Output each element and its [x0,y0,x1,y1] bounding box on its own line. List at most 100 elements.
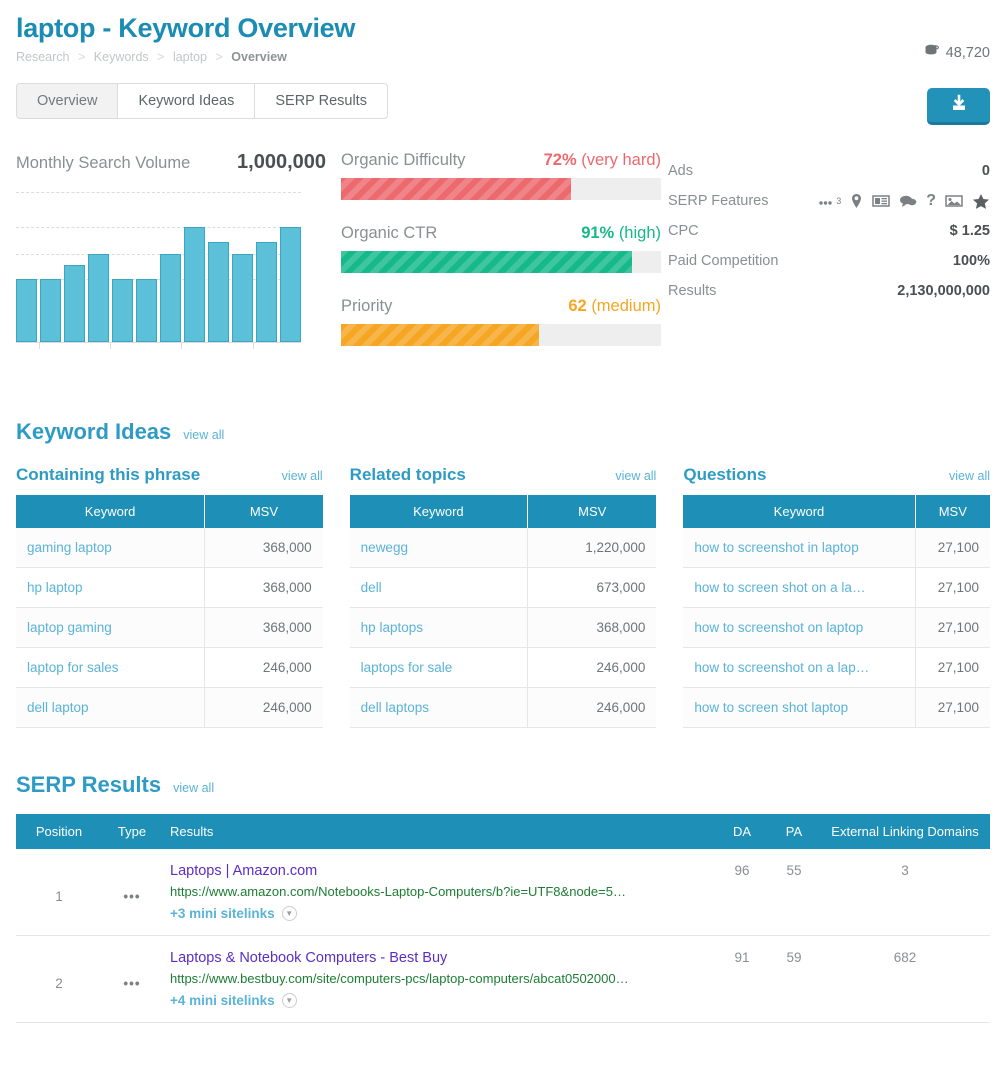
stat-label: Ads [668,163,693,179]
serp-column-header: Results [162,814,716,849]
table-header-row: KeywordMSV [16,495,323,528]
metrics-section: Monthly Search Volume 1,000,000 Organic … [16,151,990,371]
chart-bar[interactable] [280,227,301,342]
breadcrumb-item-keywords[interactable]: Keywords [94,50,149,64]
keyword-link[interactable]: dell [361,580,516,595]
serp-sitelinks-toggle[interactable]: +3 mini sitelinks▼ [170,906,708,921]
serp-column-header: DA [716,814,768,849]
serp-results-table: PositionTypeResultsDAPAExternal Linking … [16,814,990,1023]
keyword-link[interactable]: newegg [361,540,516,555]
chevron-down-icon[interactable]: ▼ [282,906,297,921]
tab-serp-results[interactable]: SERP Results [254,83,388,119]
serp-result-cell: Laptops & Notebook Computers - Best Buy h… [162,936,716,1023]
star-icon[interactable] [972,193,990,210]
keyword-cell: hp laptops [350,608,528,648]
chart-bar[interactable] [232,254,253,342]
gauge-label: Organic Difficulty [341,151,465,170]
serp-result-url[interactable]: https://www.bestbuy.com/site/computers-p… [170,971,660,986]
chart-bar[interactable] [208,242,229,342]
serp-results-view-all-link[interactable]: view all [173,781,214,795]
keyword-link[interactable]: laptop for sales [27,660,193,675]
keyword-table: KeywordMSVhow to screenshot in laptop27,… [683,495,990,728]
gauge-value: 91% (high) [581,224,661,243]
chart-bar[interactable] [256,242,277,342]
keyword-ideas-column: Questionsview allKeywordMSVhow to screen… [683,465,990,728]
image-icon[interactable] [945,194,963,208]
chart-bar[interactable] [112,279,133,342]
keyword-link[interactable]: laptop gaming [27,620,193,635]
keyword-link[interactable]: how to screen shot on a la… [694,580,903,595]
breadcrumb-item-laptop[interactable]: laptop [173,50,207,64]
chart-bar[interactable] [64,265,85,342]
export-download-button[interactable] [927,88,990,125]
question-mark-icon[interactable]: ? [926,193,936,209]
keyword-link[interactable]: laptops for sale [361,660,516,675]
keyword-cell: gaming laptop [16,528,205,568]
serp-results-section: SERP Results view all PositionTypeResult… [16,772,990,1023]
breadcrumb-separator: > [216,50,223,64]
column-view-all-link[interactable]: view all [949,469,990,483]
keyword-table: KeywordMSVgaming laptop368,000hp laptop3… [16,495,323,728]
serp-eld-cell: 3 [820,849,990,936]
chart-bar[interactable] [184,227,205,342]
serp-result-url[interactable]: https://www.amazon.com/Notebooks-Laptop-… [170,884,660,899]
chart-bar[interactable] [16,279,37,342]
news-icon[interactable] [872,194,890,208]
keyword-link[interactable]: dell laptops [361,700,516,715]
table-row: how to screenshot on laptop 27,100 [683,608,990,648]
stat-row-paid-competition: Paid Competition 100% [668,246,990,276]
keyword-link[interactable]: how to screenshot on laptop [694,620,903,635]
chart-bar[interactable] [88,254,109,342]
keyword-cell: laptops for sale [350,648,528,688]
keyword-link[interactable]: gaming laptop [27,540,193,555]
msv-cell: 27,100 [915,688,990,728]
column-view-all-link[interactable]: view all [282,469,323,483]
tab-overview[interactable]: Overview [16,83,117,119]
breadcrumb-item-research[interactable]: Research [16,50,70,64]
tab-keyword-ideas[interactable]: Keyword Ideas [117,83,254,119]
keyword-link[interactable]: dell laptop [27,700,193,715]
comments-icon[interactable] [899,194,917,208]
gauge-value: 62 (medium) [568,297,661,316]
chart-bar[interactable] [136,279,157,342]
more-dots-icon[interactable]: 3 [819,195,841,207]
serp-result-cell: Laptops | Amazon.com https://www.amazon.c… [162,849,716,936]
section-heading: Keyword Ideas [16,419,171,445]
table-row: how to screen shot laptop 27,100 [683,688,990,728]
keyword-link[interactable]: hp laptops [361,620,516,635]
column-view-all-link[interactable]: view all [615,469,656,483]
chart-bar[interactable] [40,279,61,342]
stat-row-ads: Ads 0 [668,156,990,186]
msv-bar-chart [16,192,301,342]
table-row: how to screenshot in laptop 27,100 [683,528,990,568]
serp-column-header: PA [768,814,820,849]
msv-cell: 27,100 [915,528,990,568]
keyword-link[interactable]: how to screenshot on a lap… [694,660,903,675]
gauge-number: 72% [544,151,577,169]
chart-ticks [16,342,301,349]
serp-result-title-link[interactable]: Laptops & Notebook Computers - Best Buy [170,950,708,966]
chart-tick [253,342,254,349]
keyword-link[interactable]: hp laptop [27,580,193,595]
msv-cell: 246,000 [205,648,323,688]
keyword-ideas-section: Keyword Ideas view all Containing this p… [16,419,990,728]
more-dots-icon[interactable]: ••• [123,889,140,904]
keyword-link[interactable]: how to screenshot in laptop [694,540,903,555]
gauge-qualifier: (high) [619,224,661,242]
keyword-link[interactable]: how to screen shot laptop [694,700,903,715]
gauge-number: 62 [568,297,586,315]
chart-bar[interactable] [160,254,181,342]
gauge-track [341,324,661,346]
serp-column-header: External Linking Domains [820,814,990,849]
location-pin-icon[interactable] [850,193,863,209]
more-dots-icon[interactable]: ••• [123,976,140,991]
gauge-organic-difficulty: Organic Difficulty 72% (very hard) [341,151,661,200]
serp-result-title-link[interactable]: Laptops | Amazon.com [170,863,708,879]
gauge-organic-ctr: Organic CTR 91% (high) [341,224,661,273]
msv-cell: 27,100 [915,608,990,648]
keyword-cell: how to screen shot on a la… [683,568,915,608]
gauge-qualifier: (very hard) [581,151,661,169]
chevron-down-icon[interactable]: ▼ [282,993,297,1008]
keyword-ideas-view-all-link[interactable]: view all [183,428,224,442]
serp-sitelinks-toggle[interactable]: +4 mini sitelinks▼ [170,993,708,1008]
